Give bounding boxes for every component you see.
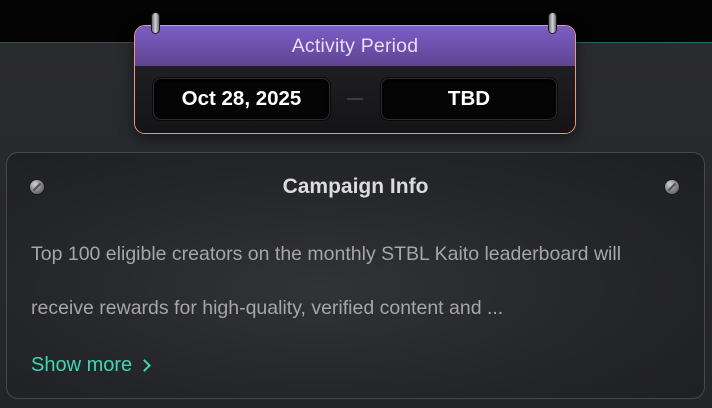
chevron-right-icon bbox=[138, 359, 152, 372]
activity-period-card: Activity Period Oct 28, 2025 TBD bbox=[134, 25, 576, 134]
show-more-link[interactable]: Show more bbox=[31, 350, 152, 380]
hook-icon bbox=[152, 13, 159, 33]
activity-period-header: Activity Period bbox=[135, 26, 575, 66]
campaign-info-title: Campaign Info bbox=[282, 175, 429, 198]
end-date-field: TBD bbox=[381, 78, 557, 120]
campaign-description: Top 100 eligible creators on the monthly… bbox=[31, 243, 622, 319]
show-more-label: Show more bbox=[31, 353, 133, 376]
activity-period-title: Activity Period bbox=[291, 34, 419, 57]
start-date-field: Oct 28, 2025 bbox=[153, 78, 330, 120]
end-date-value: TBD bbox=[447, 87, 491, 110]
hook-icon bbox=[549, 13, 556, 33]
campaign-info-card: Campaign Info Top 100 eligible creators … bbox=[6, 152, 705, 399]
date-separator bbox=[347, 98, 363, 100]
activity-period-body: Oct 28, 2025 TBD bbox=[135, 66, 575, 133]
start-date-value: Oct 28, 2025 bbox=[181, 87, 302, 110]
